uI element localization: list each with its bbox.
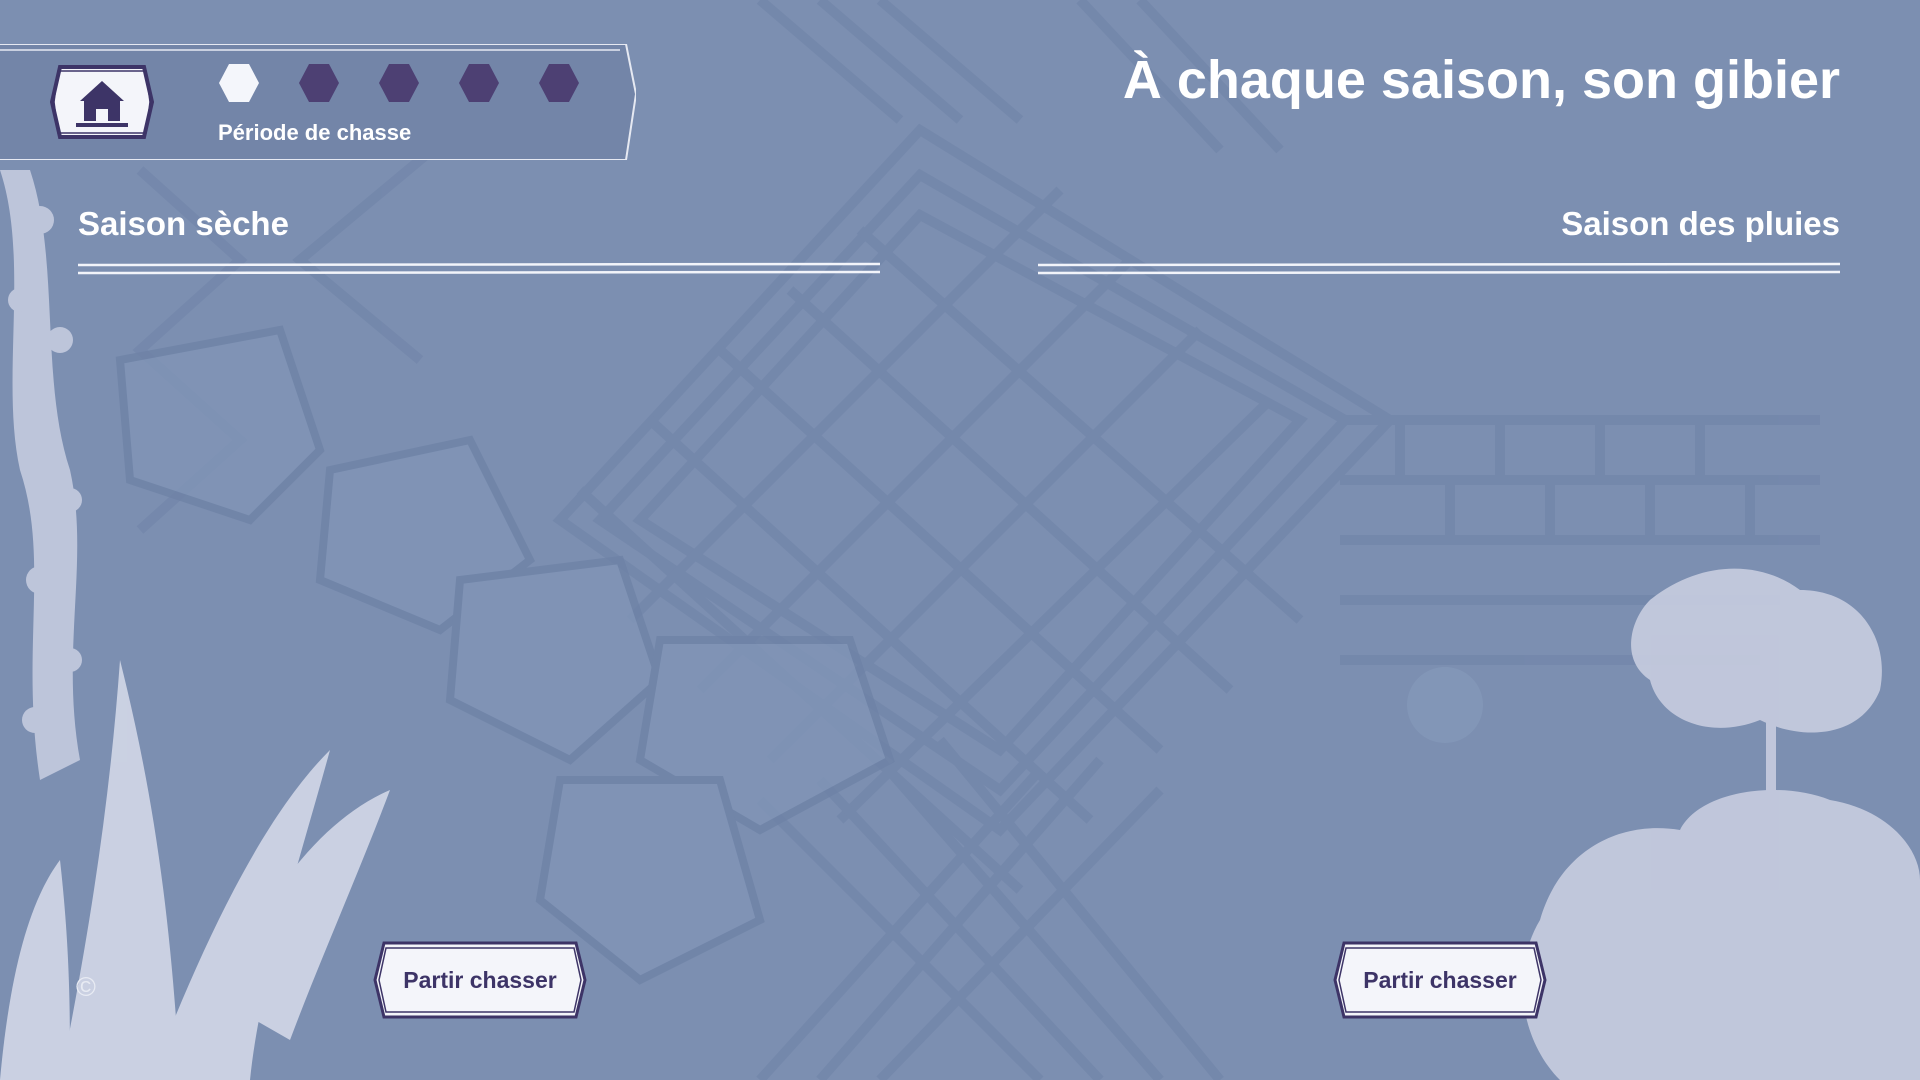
progress-step-2 [298,62,340,104]
progress-step-3 [378,62,420,104]
hunt-button-label: Partir chasser [403,967,557,993]
season-rainy: Saison des pluies [1038,202,1840,276]
hunt-button-label: Partir chasser [1363,967,1517,993]
progress-step-4 [458,62,500,104]
copyright-link[interactable]: © [76,972,96,1002]
progress-step-1 [218,62,260,104]
background-pattern [0,0,1920,1080]
game-screen: Période de chasse À chaque saison, son g… [0,0,1920,1080]
season-divider [78,262,880,276]
progress-step-5 [538,62,580,104]
hunt-button-dry-season[interactable]: Partir chasser [372,940,588,1020]
home-button[interactable] [50,63,154,141]
season-title-dry: Saison sèche [78,205,289,242]
season-dry: Saison sèche [78,202,880,276]
hunt-button-rainy-season[interactable]: Partir chasser [1332,940,1548,1020]
season-title-rainy: Saison des pluies [1561,205,1840,242]
page-title: À chaque saison, son gibier [1122,50,1840,110]
progress-steps [218,62,618,104]
progress-label: Période de chasse [218,120,412,145]
season-divider [1038,262,1840,276]
